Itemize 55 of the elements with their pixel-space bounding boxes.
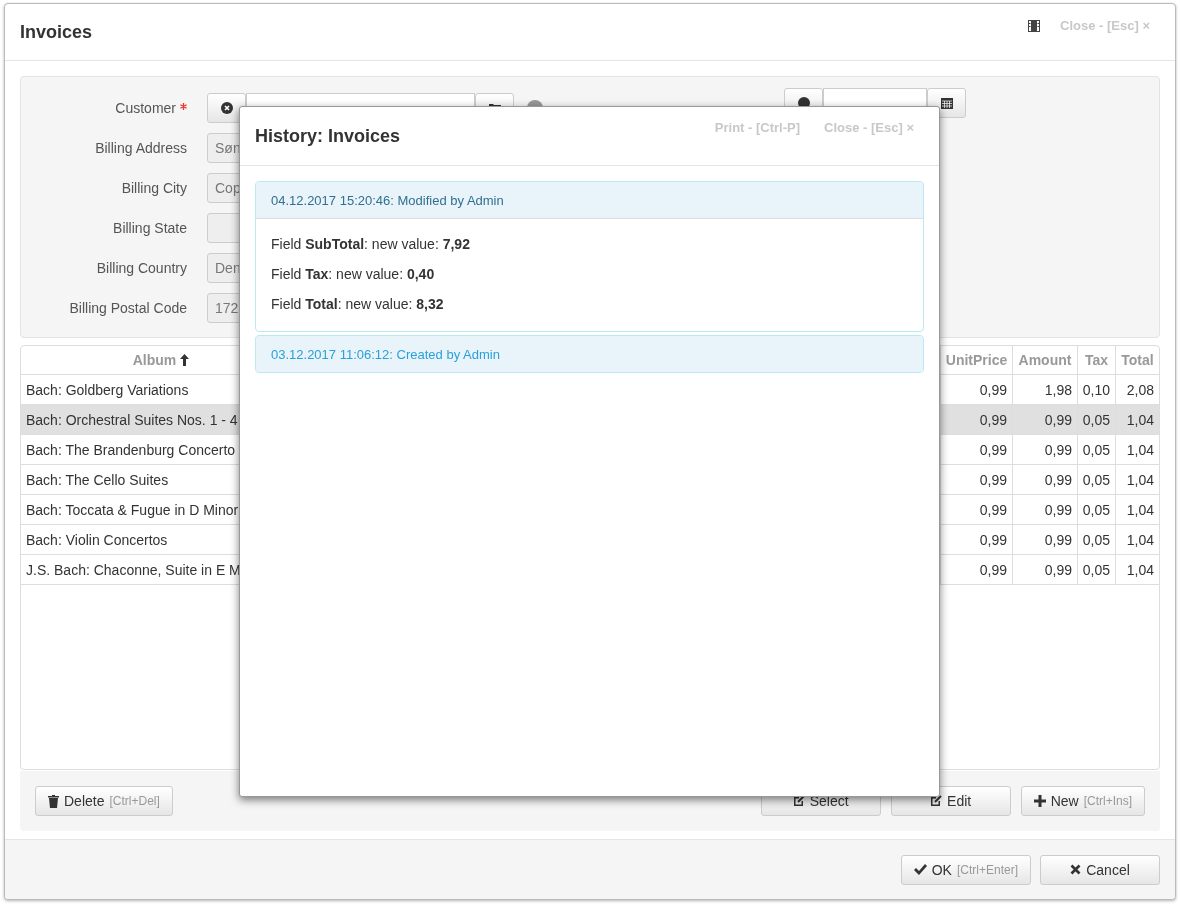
column-header[interactable]: UnitPrice [941, 346, 1013, 375]
delete-button[interactable]: Delete [Ctrl+Del] [35, 786, 173, 817]
table-cell-text: Bach: Violin Concertos [25, 530, 169, 550]
change-line: Field Tax: new value: 0,40 [271, 265, 436, 284]
table-cell-text: Bach: Goldberg Variations [25, 380, 190, 400]
table-cell: 0,99 [1013, 555, 1078, 585]
column-header[interactable]: Amount [1013, 346, 1078, 375]
table-cell: 0,99 [941, 375, 1013, 405]
table-cell: 0,10 [1078, 375, 1116, 405]
table-cell-text: 1,04 [1125, 470, 1155, 490]
table-cell: 0,05 [1078, 405, 1116, 435]
field-label: Billing Address [95, 140, 187, 157]
new-button[interactable]: New [Ctrl+Ins] [1020, 786, 1145, 817]
ok-button[interactable]: OK [Ctrl+Enter] [900, 854, 1031, 885]
table-cell-text: Bach: Orchestral Suites Nos. 1 - 4 [25, 410, 239, 430]
table-cell: 0,99 [1013, 525, 1078, 555]
history-entry-header[interactable]: 04.12.2017 15:20:46: Modified by Admin [256, 182, 923, 219]
column-header[interactable]: Tax [1078, 346, 1116, 375]
change-line: Field SubTotal: new value: 7,92 [271, 235, 471, 254]
table-cell: 0,99 [941, 435, 1013, 465]
table-cell: 1,98 [1013, 375, 1078, 405]
field-label: Billing City [121, 180, 187, 197]
table-cell-text: 1,04 [1125, 560, 1155, 580]
table-cell-text: 2,08 [1125, 380, 1155, 400]
table-cell-text: Bach: The Brandenburg Concerto [25, 440, 237, 460]
table-cell: 0,99 [941, 495, 1013, 525]
table-cell-text: 1,04 [1125, 500, 1155, 520]
field-label: Billing Country [96, 260, 187, 277]
table-cell: 0,99 [1013, 495, 1078, 525]
table-cell: 0,05 [1078, 525, 1116, 555]
table-cell: 0,05 [1078, 555, 1116, 585]
table-cell: 0,99 [941, 525, 1013, 555]
table-cell-text: Bach: The Cello Suites [25, 470, 170, 490]
table-cell: 0,99 [1013, 435, 1078, 465]
field-label: Customer [115, 100, 176, 117]
cancel-button[interactable]: Cancel [1040, 854, 1160, 885]
table-cell-text: 1,04 [1125, 440, 1155, 460]
table-cell: 0,99 [1013, 405, 1078, 435]
dialog-title: History: Invoices [255, 125, 401, 147]
table-cell: 0,99 [941, 465, 1013, 495]
table-cell-text: Bach: Toccata & Fugue in D Minor [25, 500, 240, 520]
dialog-title: Invoices [20, 21, 93, 43]
table-cell-text: 1,04 [1125, 530, 1155, 550]
table-cell: 0,05 [1078, 435, 1116, 465]
column-header[interactable]: Total [1116, 346, 1159, 375]
table-cell: 0,99 [941, 555, 1013, 585]
change-line: Field Total: new value: 8,32 [271, 295, 445, 314]
field-label: Billing Postal Code [69, 300, 187, 317]
table-cell: 0,05 [1078, 495, 1116, 525]
table-cell: 0,99 [941, 405, 1013, 435]
table-cell: 0,99 [1013, 465, 1078, 495]
history-entry-header[interactable]: 03.12.2017 11:06:12: Created by Admin [256, 336, 923, 372]
table-cell-text: 1,04 [1125, 410, 1155, 430]
field-label: Billing State [113, 220, 187, 237]
table-cell: 0,05 [1078, 465, 1116, 495]
